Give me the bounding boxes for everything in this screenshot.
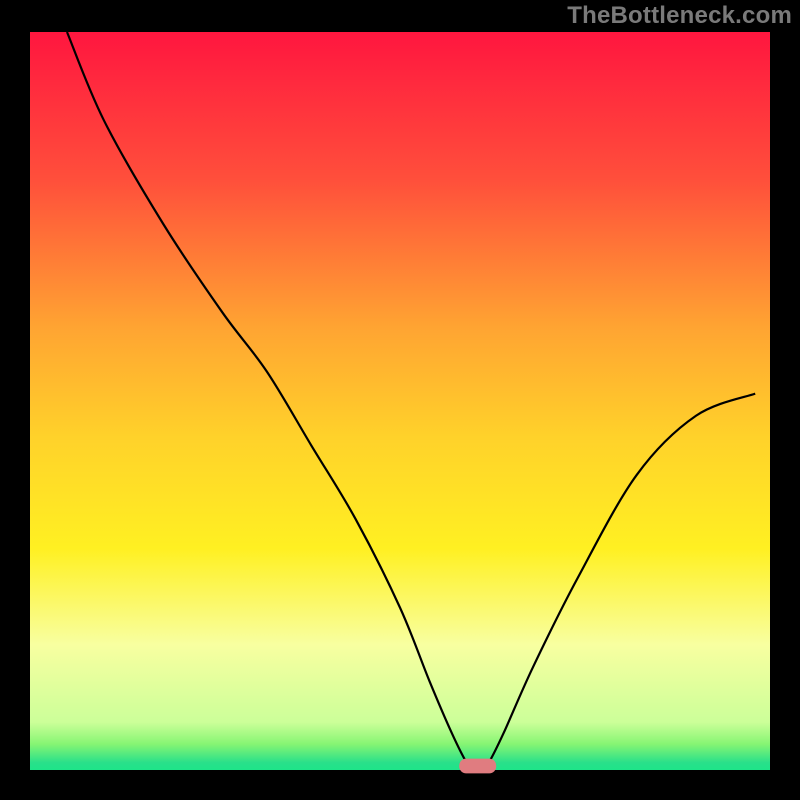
optimal-marker	[459, 759, 496, 774]
chart-frame: TheBottleneck.com	[0, 0, 800, 800]
plot-background	[30, 32, 770, 770]
bottleneck-chart	[0, 0, 800, 800]
